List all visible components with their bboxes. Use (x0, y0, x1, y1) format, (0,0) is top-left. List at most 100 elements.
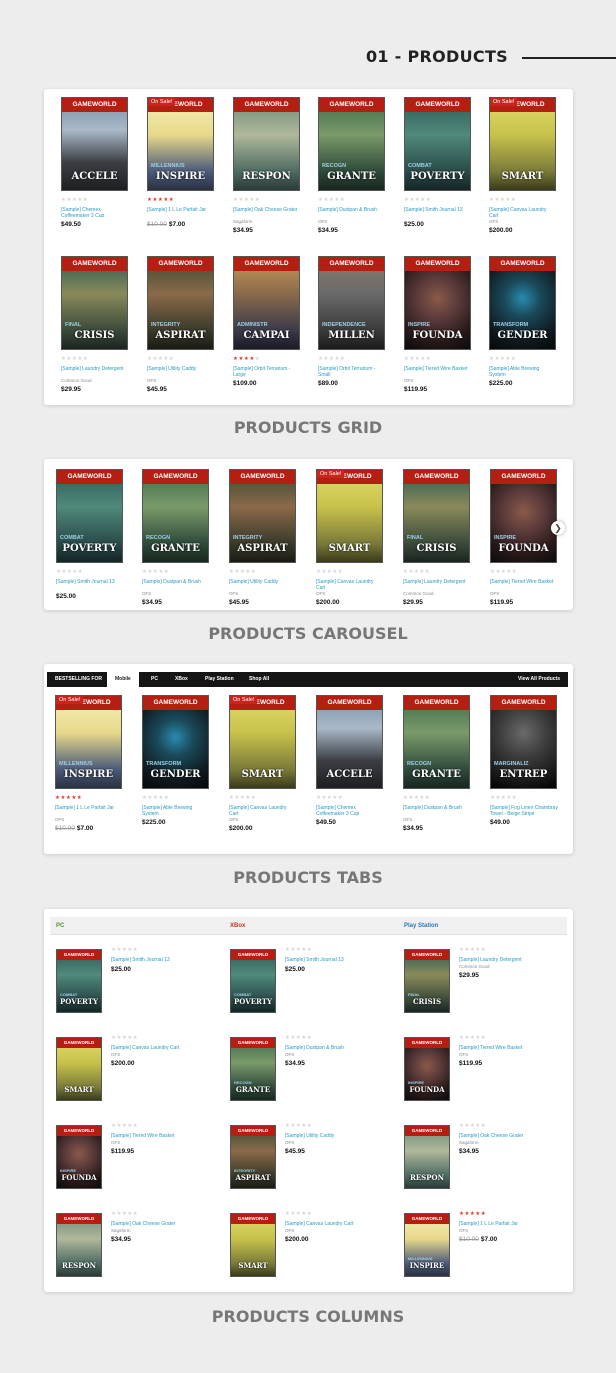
product-cover-image[interactable]: GAMEWORLD FINAL CRISIS (403, 469, 470, 563)
product-name-link[interactable]: [Sample] Oak Cheese Grater (459, 1133, 559, 1140)
product-name-link[interactable]: [Sample] Utility Caddy (285, 1133, 385, 1140)
product-cover-image[interactable]: GAMEWORLD MILLENNIUS INSPIRE On Sale! (55, 695, 122, 789)
column-product-item[interactable]: GAMEWORLD COMBAT POVERTY ★★★★★ [Sample] Smit… (230, 947, 390, 1019)
chevron-right-icon[interactable]: ❯ (551, 521, 565, 535)
product-cover-image[interactable]: GAMEWORLD SMART (230, 1213, 276, 1277)
product-name-link[interactable]: [Sample] Canvas Laundry Cart (285, 1221, 385, 1228)
product-card[interactable]: GAMEWORLD ACCELE ★★★★★ [Sample] Chemex Coff… (316, 695, 384, 826)
product-cover-image[interactable]: GAMEWORLD SMART On Sale! (229, 695, 296, 789)
product-cover-image[interactable]: GAMEWORLD COMBAT POVERTY (404, 97, 471, 191)
product-card[interactable]: GAMEWORLD SMART On Sale! ★★★★★ [Sample] Canv… (229, 695, 297, 832)
product-cover-image[interactable]: GAMEWORLD TRANSFORM GENDER (142, 695, 209, 789)
product-name-link[interactable]: [Sample] Smith Journal 13 (111, 957, 211, 964)
product-name-link[interactable]: [Sample] Smith Journal 13 (56, 579, 124, 591)
column-product-item[interactable]: GAMEWORLD MILLENNIUS INSPIRE ★★★★★ [Sample] … (404, 1211, 564, 1283)
product-card[interactable]: GAMEWORLD RECOGN GRANTE ★★★★★ [Sample] Dustp… (142, 469, 210, 606)
column-product-item[interactable]: GAMEWORLD FINAL CRISIS ★★★★★ [Sample] Laundr… (404, 947, 564, 1019)
product-cover-image[interactable]: GAMEWORLD INTEGRITY ASPIRAT (230, 1125, 276, 1189)
product-name-link[interactable]: [Sample] Tiered Wire Basket (490, 579, 558, 591)
product-name-link[interactable]: [Sample] Orbit Terrarium - Small (318, 366, 386, 378)
product-name-link[interactable]: [Sample] Utility Caddy (147, 366, 215, 378)
product-card[interactable]: GAMEWORLD INTEGRITY ASPIRAT ★★★★★ [Sample] U… (147, 256, 215, 393)
product-cover-image[interactable]: GAMEWORLD FINAL CRISIS (61, 256, 128, 350)
product-cover-image[interactable]: GAMEWORLD FINAL CRISIS (404, 949, 450, 1013)
product-cover-image[interactable]: GAMEWORLD INDEPENDENCE MILLEN (318, 256, 385, 350)
product-name-link[interactable]: [Sample] Fog Linen Chambray Towel - Beig… (490, 805, 558, 817)
product-cover-image[interactable]: GAMEWORLD INSPIRE FOUNDA (404, 1037, 450, 1101)
product-card[interactable]: GAMEWORLD SMART On Sale! ★★★★★ [Sample] Canv… (316, 469, 384, 606)
product-cover-image[interactable]: GAMEWORLD RECOGN GRANTE (142, 469, 209, 563)
product-cover-image[interactable]: GAMEWORLD RESPON (56, 1213, 102, 1277)
product-cover-image[interactable]: GAMEWORLD TRANSFORM GENDER (489, 256, 556, 350)
product-card[interactable]: GAMEWORLD MILLENNIUS INSPIRE On Sale! ★★★★★[… (55, 695, 123, 832)
product-name-link[interactable]: [Sample] Oak Cheese Grater (111, 1221, 211, 1228)
product-name-link[interactable]: [Sample] 1 L Le Parfait Jar (459, 1221, 559, 1228)
product-name-link[interactable]: [Sample] Able Brewing System (142, 805, 210, 817)
tab-mobile[interactable]: Mobile (107, 672, 139, 687)
product-name-link[interactable]: [Sample] Canvas Laundry Cart (489, 207, 557, 219)
column-product-item[interactable]: GAMEWORLD INSPIRE FOUNDA ★★★★★ [Sample] Tier… (56, 1123, 216, 1195)
view-all-products-link[interactable]: View All Products (518, 672, 560, 687)
product-cover-image[interactable]: GAMEWORLD ADMINISTR CAMPAI (233, 256, 300, 350)
product-name-link[interactable]: [Sample] Smith Journal 13 (285, 957, 385, 964)
product-cover-image[interactable]: GAMEWORLD MILLENNIUS INSPIRE On Sale! (147, 97, 214, 191)
product-card[interactable]: GAMEWORLD RECOGN GRANTE ★★★★★ [Sample] Dustp… (403, 695, 471, 832)
column-header-xbox[interactable]: XBox (230, 917, 245, 935)
tab-xbox[interactable]: XBox (175, 672, 188, 687)
product-cover-image[interactable]: GAMEWORLD SMART (56, 1037, 102, 1101)
product-cover-image[interactable]: GAMEWORLD SMART On Sale! (489, 97, 556, 191)
product-name-link[interactable]: [Sample] Smith Journal 13 (404, 207, 472, 219)
product-cover-image[interactable]: GAMEWORLD RESPON (233, 97, 300, 191)
product-card[interactable]: GAMEWORLD SMART On Sale! ★★★★★ [Sample] Canv… (489, 97, 557, 234)
product-name-link[interactable]: [Sample] Canvas Laundry Cart (111, 1045, 211, 1052)
product-name-link[interactable]: [Sample] Utility Caddy (229, 579, 297, 591)
column-product-item[interactable]: GAMEWORLD RECOGN GRANTE ★★★★★ [Sample] Dustp… (230, 1035, 390, 1107)
product-card[interactable]: GAMEWORLD FINAL CRISIS ★★★★★ [Sample] Laundr… (61, 256, 129, 393)
product-name-link[interactable]: [Sample] Able Brewing System (489, 366, 557, 378)
product-cover-image[interactable]: GAMEWORLD INSPIRE FOUNDA (404, 256, 471, 350)
product-name-link[interactable]: [Sample] 1 L Le Parfait Jar (55, 805, 123, 817)
product-cover-image[interactable]: GAMEWORLD INSPIRE FOUNDA (56, 1125, 102, 1189)
product-name-link[interactable]: [Sample] Laundry Detergent (459, 957, 559, 964)
product-cover-image[interactable]: GAMEWORLD COMBAT POVERTY (56, 949, 102, 1013)
product-name-link[interactable]: [Sample] Laundry Detergent (403, 579, 471, 591)
product-cover-image[interactable]: GAMEWORLD RECOGN GRANTE (230, 1037, 276, 1101)
product-cover-image[interactable]: GAMEWORLD SMART On Sale! (316, 469, 383, 563)
product-cover-image[interactable]: GAMEWORLD INTEGRITY ASPIRAT (229, 469, 296, 563)
column-product-item[interactable]: GAMEWORLD INSPIRE FOUNDA ★★★★★ [Sample] Tier… (404, 1035, 564, 1107)
column-header-play-station[interactable]: Play Station (404, 917, 438, 935)
product-name-link[interactable]: [Sample] 1 L Le Parfait Jar (147, 207, 215, 219)
product-card[interactable]: GAMEWORLD INSPIRE FOUNDA ★★★★★ [Sample] Tier… (490, 469, 558, 606)
product-cover-image[interactable]: GAMEWORLD COMBAT POVERTY (56, 469, 123, 563)
product-card[interactable]: GAMEWORLD FINAL CRISIS ★★★★★ [Sample] Laundr… (403, 469, 471, 606)
product-cover-image[interactable]: GAMEWORLD ACCELE (61, 97, 128, 191)
product-cover-image[interactable]: GAMEWORLD RECOGN GRANTE (318, 97, 385, 191)
product-card[interactable]: GAMEWORLD INDEPENDENCE MILLEN ★★★★★ [Sample]… (318, 256, 386, 387)
tab-play-station[interactable]: Play Station (205, 672, 234, 687)
product-card[interactable]: GAMEWORLD COMBAT POVERTY ★★★★★ [Sample] Smit… (56, 469, 124, 600)
product-card[interactable]: GAMEWORLD ACCELE ★★★★★ [Sample] Chemex Coff… (61, 97, 129, 228)
column-product-item[interactable]: GAMEWORLD SMART ★★★★★ [Sample] Canvas Laund… (56, 1035, 216, 1107)
product-cover-image[interactable]: GAMEWORLD MILLENNIUS INSPIRE (404, 1213, 450, 1277)
tab-pc[interactable]: PC (151, 672, 158, 687)
column-product-item[interactable]: GAMEWORLD COMBAT POVERTY ★★★★★ [Sample] Smit… (56, 947, 216, 1019)
product-name-link[interactable]: [Sample] Laundry Detergent (61, 366, 129, 378)
column-product-item[interactable]: GAMEWORLD RESPON ★★★★★ [Sample] Oak Cheese … (404, 1123, 564, 1195)
product-card[interactable]: GAMEWORLD ADMINISTR CAMPAI ★★★★★ [Sample] Or… (233, 256, 301, 387)
product-name-link[interactable]: [Sample] Chemex Coffeemaker 3 Cup (61, 207, 129, 219)
product-card[interactable]: GAMEWORLD INSPIRE FOUNDA ★★★★★ [Sample] Tier… (404, 256, 472, 393)
product-name-link[interactable]: [Sample] Tiered Wire Basket (111, 1133, 211, 1140)
product-name-link[interactable]: [Sample] Tiered Wire Basket (404, 366, 472, 378)
product-name-link[interactable]: [Sample] Dustpan & Brush (403, 805, 471, 817)
product-cover-image[interactable]: GAMEWORLD INTEGRITY ASPIRAT (147, 256, 214, 350)
product-name-link[interactable]: [Sample] Canvas Laundry Cart (316, 579, 384, 591)
product-card[interactable]: GAMEWORLD INTEGRITY ASPIRAT ★★★★★ [Sample] U… (229, 469, 297, 606)
product-cover-image[interactable]: GAMEWORLD RECOGN GRANTE (403, 695, 470, 789)
product-name-link[interactable]: [Sample] Orbit Terrarium - Large (233, 366, 301, 378)
product-cover-image[interactable]: GAMEWORLD RESPON (404, 1125, 450, 1189)
product-card[interactable]: GAMEWORLD MARGINALIZ ENTREP ★★★★★ [Sample] F… (490, 695, 558, 826)
product-cover-image[interactable]: GAMEWORLD ACCELE (316, 695, 383, 789)
column-product-item[interactable]: GAMEWORLD SMART ★★★★★ [Sample] Canvas Laund… (230, 1211, 390, 1283)
product-name-link[interactable]: [Sample] Canvas Laundry Cart (229, 805, 297, 817)
product-card[interactable]: GAMEWORLD RECOGN GRANTE ★★★★★ [Sample] Dustp… (318, 97, 386, 234)
